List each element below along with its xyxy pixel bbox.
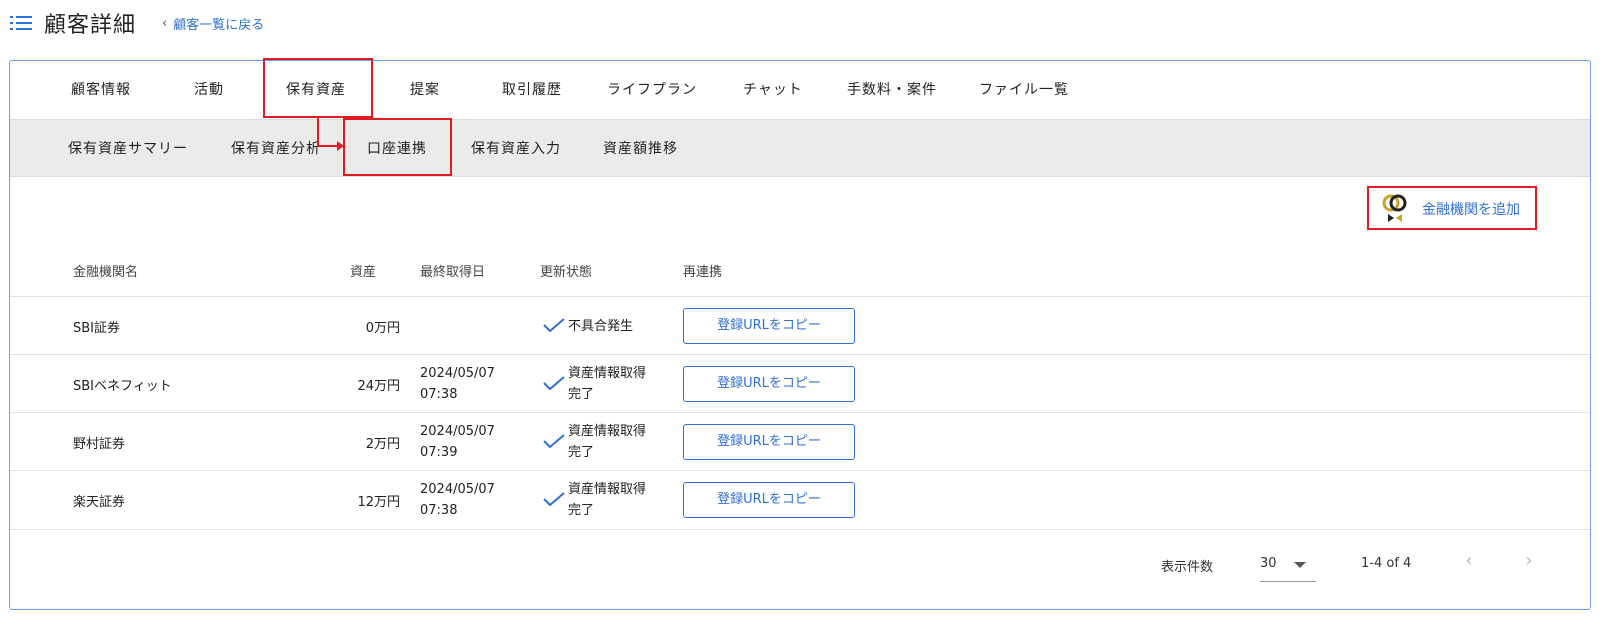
chevron-right-icon: ›	[1525, 550, 1533, 571]
next-page-button[interactable]: ›	[1517, 550, 1541, 574]
table-row: SBI証券 0万円 不具合発生 登録URLをコピー	[10, 296, 1590, 354]
chevron-left-icon: ‹	[162, 15, 168, 31]
update-status: 資産情報取得 完了	[543, 363, 673, 407]
back-to-customer-list-link[interactable]: ‹ 顧客一覧に戻る	[162, 14, 264, 33]
update-status: 資産情報取得 完了	[543, 421, 673, 465]
tab-activity[interactable]: 活動	[194, 61, 224, 119]
caret-down-icon	[1294, 562, 1306, 568]
financial-institution-logo-icon	[1380, 193, 1410, 225]
menu-icon[interactable]	[10, 14, 32, 32]
tab-proposal[interactable]: 提案	[410, 61, 440, 119]
asset-amount: 12万円	[357, 495, 400, 510]
check-icon	[543, 376, 565, 390]
check-icon	[543, 434, 565, 448]
check-icon	[543, 492, 565, 506]
column-header-asset: 資産	[350, 265, 377, 280]
last-fetched-date: 2024/05/07 07:38	[420, 366, 495, 402]
subtab-holdings-summary[interactable]: 保有資産サマリー	[68, 120, 188, 178]
column-header-relink: 再連携	[683, 265, 723, 280]
subtab-asset-trend[interactable]: 資産額推移	[603, 120, 678, 178]
asset-amount: 2万円	[365, 437, 400, 452]
subtab-holdings-analysis[interactable]: 保有資産分析	[231, 120, 321, 178]
update-status: 不具合発生	[543, 305, 673, 349]
institution-name: SBIベネフィット	[73, 379, 172, 394]
last-fetched-date	[420, 305, 510, 326]
check-icon	[543, 318, 565, 332]
tab-life-plan[interactable]: ライフプラン	[607, 61, 697, 119]
tab-chat[interactable]: チャット	[743, 61, 803, 119]
per-page-select[interactable]: 30	[1260, 548, 1316, 582]
primary-tabs: 顧客情報 活動 保有資産 提案 取引履歴 ライフプラン チャット 手数料・案件 …	[10, 61, 1590, 119]
subtab-account-link[interactable]: 口座連携	[367, 120, 427, 178]
institution-name: 楽天証券	[73, 495, 126, 510]
tab-transaction-history[interactable]: 取引履歴	[502, 61, 562, 119]
update-status: 資産情報取得 完了	[543, 479, 673, 523]
tab-customer-info[interactable]: 顧客情報	[71, 61, 131, 119]
page-header: 顧客詳細 ‹ 顧客一覧に戻る	[10, 6, 264, 40]
status-text: 資産情報取得 完了	[568, 482, 647, 518]
per-page-value: 30	[1260, 556, 1277, 571]
tab-holdings[interactable]: 保有資産	[286, 61, 346, 119]
tab-file-list[interactable]: ファイル一覧	[979, 61, 1069, 119]
table-row: 野村証券 2万円 2024/05/07 07:39 資産情報取得 完了 登録URLを…	[10, 412, 1590, 470]
pagination-bar: 表示件数 30 1-4 of 4 ‹ ›	[10, 529, 1590, 609]
asset-amount: 24万円	[357, 379, 400, 394]
table-row: SBIベネフィット 24万円 2024/05/07 07:38 資産情報取得 完了 …	[10, 354, 1590, 412]
status-text: 資産情報取得 完了	[568, 424, 647, 460]
customer-detail-panel: 顧客情報 活動 保有資産 提案 取引履歴 ライフプラン チャット 手数料・案件 …	[9, 58, 1591, 610]
back-link-label: 顧客一覧に戻る	[173, 17, 265, 33]
status-text: 資産情報取得 完了	[568, 366, 647, 402]
copy-registration-url-button[interactable]: 登録URLをコピー	[683, 308, 855, 344]
per-page-label: 表示件数	[1161, 560, 1214, 575]
pagination-range: 1-4 of 4	[1361, 556, 1412, 571]
column-header-status: 更新状態	[540, 265, 593, 280]
institution-name: 野村証券	[73, 437, 126, 452]
chevron-left-icon: ‹	[1465, 550, 1473, 571]
add-financial-institution-label: 金融機関を追加	[1422, 202, 1520, 218]
add-financial-institution-button[interactable]: 金融機関を追加	[1380, 187, 1520, 231]
copy-registration-url-button[interactable]: 登録URLをコピー	[683, 482, 855, 518]
column-header-institution: 金融機関名	[73, 265, 139, 280]
last-fetched-date: 2024/05/07 07:38	[420, 482, 495, 518]
table-row: 楽天証券 12万円 2024/05/07 07:38 資産情報取得 完了 登録URL…	[10, 470, 1590, 528]
asset-amount: 0万円	[365, 321, 400, 336]
previous-page-button[interactable]: ‹	[1457, 550, 1481, 574]
secondary-tabs: 保有資産サマリー 保有資産分析 口座連携 保有資産入力 資産額推移	[10, 119, 1590, 177]
highlight-arrow-icon	[337, 141, 344, 151]
copy-registration-url-button[interactable]: 登録URLをコピー	[683, 424, 855, 460]
copy-registration-url-button[interactable]: 登録URLをコピー	[683, 366, 855, 402]
column-header-last-fetched: 最終取得日	[420, 265, 486, 280]
subtab-holdings-input[interactable]: 保有資産入力	[471, 120, 561, 178]
last-fetched-date: 2024/05/07 07:39	[420, 424, 495, 460]
page-title: 顧客詳細	[44, 13, 137, 38]
institution-name: SBI証券	[73, 321, 121, 336]
tab-fees-cases[interactable]: 手数料・案件	[847, 61, 937, 119]
status-text: 不具合発生	[568, 319, 634, 334]
